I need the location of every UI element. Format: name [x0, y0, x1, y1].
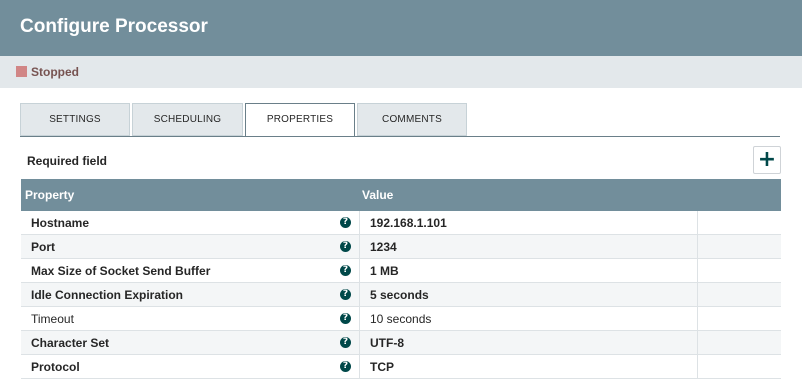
column-divider [697, 259, 698, 283]
required-field-label: Required field [27, 154, 108, 168]
add-property-button[interactable]: + [753, 146, 781, 174]
help-icon[interactable]: ? [340, 265, 351, 276]
property-name: Max Size of Socket Send Buffer [31, 264, 211, 278]
plus-icon: + [757, 147, 777, 172]
help-icon[interactable]: ? [340, 241, 351, 252]
column-divider [697, 283, 698, 307]
dialog-title: Configure Processor [20, 16, 208, 37]
table-row[interactable]: Idle Connection Expiration ? 5 seconds [21, 283, 781, 307]
column-divider [359, 307, 360, 331]
help-icon[interactable]: ? [340, 337, 351, 348]
tab-properties[interactable]: PROPERTIES [245, 103, 355, 137]
properties-table: Property Value Hostname ? 192.168.1.101 … [21, 179, 781, 382]
column-divider [359, 331, 360, 355]
property-value[interactable]: 5 seconds [370, 288, 429, 302]
table-row[interactable]: Character Set ? UTF-8 [21, 331, 781, 355]
table-row[interactable]: Protocol ? TCP [21, 355, 781, 379]
property-value[interactable]: TCP [370, 360, 394, 374]
column-divider [697, 355, 698, 379]
tabs-divider [20, 136, 780, 137]
property-value[interactable]: 1234 [370, 240, 397, 254]
property-value[interactable]: 10 seconds [370, 312, 431, 326]
column-divider [359, 211, 360, 235]
table-row[interactable]: Port ? 1234 [21, 235, 781, 259]
tab-scheduling[interactable]: SCHEDULING [132, 103, 243, 136]
table-row[interactable]: Timeout ? 10 seconds [21, 307, 781, 331]
tab-bar: SETTINGS SCHEDULING PROPERTIES COMMENTS [20, 103, 780, 137]
column-divider [697, 307, 698, 331]
column-divider [697, 331, 698, 355]
table-row[interactable]: Max Size of Socket Send Buffer ? 1 MB [21, 259, 781, 283]
property-name: Port [31, 240, 55, 254]
property-value[interactable]: UTF-8 [370, 336, 404, 350]
status-bar [0, 56, 802, 88]
property-name: Timeout [31, 312, 74, 326]
column-divider [359, 235, 360, 259]
column-divider [697, 211, 698, 235]
tab-settings[interactable]: SETTINGS [20, 103, 130, 136]
status-text: Stopped [31, 65, 79, 79]
property-name: Protocol [31, 360, 80, 374]
help-icon[interactable]: ? [340, 217, 351, 228]
column-header-value[interactable]: Value [362, 188, 393, 202]
tab-comments[interactable]: COMMENTS [357, 103, 467, 136]
property-value[interactable]: 1 MB [370, 264, 399, 278]
property-value[interactable]: 192.168.1.101 [370, 216, 447, 230]
property-name: Hostname [31, 216, 90, 230]
table-row[interactable]: Hostname ? 192.168.1.101 [21, 211, 781, 235]
help-icon[interactable]: ? [340, 361, 351, 372]
help-icon[interactable]: ? [340, 289, 351, 300]
help-icon[interactable]: ? [340, 313, 351, 324]
stopped-icon [16, 66, 27, 77]
dialog-header: Configure Processor [0, 0, 802, 56]
column-divider [359, 355, 360, 379]
column-divider [697, 235, 698, 259]
property-name: Idle Connection Expiration [31, 288, 184, 302]
property-name: Character Set [31, 336, 110, 350]
column-divider [359, 283, 360, 307]
column-divider [359, 259, 360, 283]
column-header-property[interactable]: Property [25, 188, 74, 202]
table-header: Property Value [21, 179, 781, 211]
